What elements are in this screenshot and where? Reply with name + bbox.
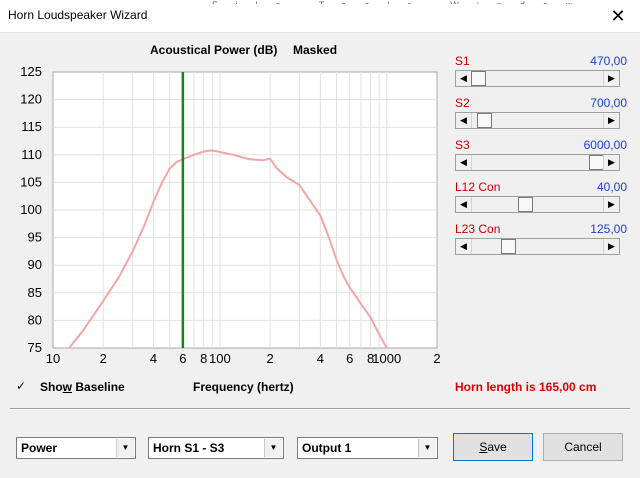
x-tick-label: 6 — [179, 351, 186, 366]
slider-value: 700,00 — [590, 96, 627, 110]
x-tick-label: 8 — [200, 351, 207, 366]
chart-mode-label: Masked — [293, 43, 338, 57]
chevron-right-icon[interactable]: ▶ — [603, 71, 619, 86]
slider-thumb[interactable] — [589, 155, 604, 170]
y-tick-label: 105 — [20, 174, 42, 189]
chevron-right-icon[interactable]: ▶ — [603, 113, 619, 128]
slider-label: L23 Con — [455, 222, 501, 236]
slider-thumb[interactable] — [518, 197, 533, 212]
slider-track[interactable]: ◀ ▶ — [455, 154, 620, 171]
y-tick-label: 100 — [20, 202, 42, 217]
y-tick-label: 120 — [20, 92, 42, 107]
chevron-down-icon[interactable]: ▼ — [264, 439, 282, 457]
y-tick-labels: 75 80 85 90 95 100 105 110 115 120 125 — [20, 64, 42, 355]
chevron-right-icon[interactable]: ▶ — [603, 155, 619, 170]
background-menu-strip: File Tools Window Help — [212, 0, 640, 4]
frequency-axis-label: Frequency (hertz) — [193, 380, 294, 394]
output-select[interactable]: Output 1 ▼ — [297, 437, 438, 459]
measure-select[interactable]: Power ▼ — [16, 437, 136, 459]
slider-track[interactable]: ◀ ▶ — [455, 238, 620, 255]
chevron-right-icon[interactable]: ▶ — [603, 239, 619, 254]
y-tick-label: 90 — [28, 257, 42, 272]
y-tick-label: 95 — [28, 230, 42, 245]
chevron-left-icon[interactable]: ◀ — [456, 71, 472, 86]
save-button[interactable]: Save — [453, 433, 533, 461]
chevron-down-icon[interactable]: ▼ — [116, 439, 134, 457]
x-tick-label: 4 — [317, 351, 324, 366]
show-baseline-text-a: Sho — [40, 380, 63, 394]
x-tick-label: 2 — [433, 351, 440, 366]
slider-label: S3 — [455, 138, 470, 152]
footer-divider — [10, 408, 630, 410]
show-baseline-accel: w — [62, 380, 73, 394]
y-tick-label: 125 — [20, 64, 42, 79]
x-tick-label: 2 — [100, 351, 107, 366]
chevron-left-icon[interactable]: ◀ — [456, 197, 472, 212]
slider-value: 125,00 — [590, 222, 627, 236]
y-tick-label: 115 — [21, 119, 42, 134]
y-tick-label: 75 — [28, 340, 42, 355]
x-tick-label: 100 — [209, 351, 231, 366]
save-label: ave — [487, 440, 507, 454]
slider-value: 6000,00 — [583, 138, 627, 152]
chevron-left-icon[interactable]: ◀ — [456, 113, 472, 128]
slider-label: S2 — [455, 96, 470, 110]
chevron-left-icon[interactable]: ◀ — [456, 155, 472, 170]
power-chart: 7580859095100105110115120125 10 2 4 6 8 100 2 4… — [20, 64, 441, 366]
show-baseline-label[interactable]: Show Baseline — [40, 380, 125, 394]
cancel-button[interactable]: Cancel — [543, 433, 623, 461]
y-tick-label: 80 — [28, 312, 42, 327]
chevron-right-icon[interactable]: ▶ — [603, 197, 619, 212]
section-select-value: Horn S1 - S3 — [153, 441, 225, 455]
chevron-down-icon[interactable]: ▼ — [418, 439, 436, 457]
section-select[interactable]: Horn S1 - S3 ▼ — [148, 437, 284, 459]
output-select-value: Output 1 — [302, 441, 352, 455]
x-tick-label: 2 — [267, 351, 274, 366]
slider-label: S1 — [455, 54, 470, 68]
show-baseline-text-b: Baseline — [72, 380, 125, 394]
slider-value: 470,00 — [590, 54, 627, 68]
x-tick-label: 10 — [46, 351, 60, 366]
show-baseline-checkbox[interactable]: ✓ — [16, 380, 27, 392]
slider-track[interactable]: ◀ ▶ — [455, 70, 620, 87]
slider-track[interactable]: ◀ ▶ — [455, 196, 620, 213]
slider-thumb[interactable] — [501, 239, 516, 254]
slider-track[interactable]: ◀ ▶ — [455, 112, 620, 129]
chevron-left-icon[interactable]: ◀ — [456, 239, 472, 254]
x-tick-label: 4 — [150, 351, 157, 366]
slider-thumb[interactable] — [471, 71, 486, 86]
title-bar: File Tools Window Help Horn Loudspeaker … — [0, 0, 640, 33]
chart-title: Acoustical Power (dB) — [150, 43, 278, 57]
close-icon[interactable]: ✕ — [604, 4, 632, 28]
x-tick-labels: 10 2 4 6 8 100 2 4 6 81000 2 — [46, 351, 441, 366]
x-tick-label: 1000 — [372, 351, 401, 366]
window-title: Horn Loudspeaker Wizard — [8, 8, 148, 22]
slider-value: 40,00 — [596, 180, 627, 194]
measure-select-value: Power — [21, 441, 58, 455]
slider-label: L12 Con — [455, 180, 501, 194]
horn-length-status: Horn length is 165,00 cm — [455, 380, 597, 394]
x-tick-label: 6 — [346, 351, 353, 366]
y-tick-label: 85 — [28, 285, 42, 300]
slider-thumb[interactable] — [477, 113, 492, 128]
y-tick-label: 110 — [21, 147, 42, 162]
